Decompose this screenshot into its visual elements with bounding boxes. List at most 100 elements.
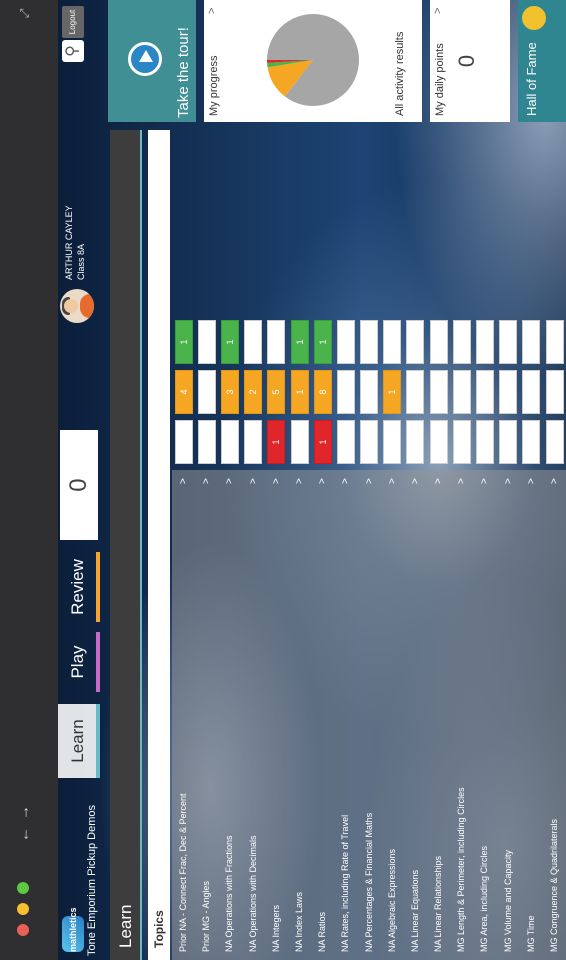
- result-cell[interactable]: [499, 370, 518, 414]
- result-cell[interactable]: [429, 370, 448, 414]
- result-cell[interactable]: [476, 370, 495, 414]
- result-cell[interactable]: [383, 420, 402, 464]
- result-cell[interactable]: 8: [313, 370, 332, 414]
- result-cell[interactable]: [545, 420, 564, 464]
- result-cell[interactable]: [522, 370, 541, 414]
- tab-learn[interactable]: Learn: [58, 704, 100, 778]
- result-cell[interactable]: [499, 420, 518, 464]
- topic-row[interactable]: NA Operations with Fractions >3 1: [218, 130, 242, 960]
- result-cell[interactable]: [499, 320, 518, 364]
- logout-button[interactable]: Logout: [62, 6, 84, 38]
- result-cell[interactable]: 1: [290, 320, 309, 364]
- result-cell[interactable]: [220, 420, 239, 464]
- chevron-right-icon[interactable]: >: [195, 478, 218, 484]
- result-cell[interactable]: [545, 320, 564, 364]
- result-cell[interactable]: [197, 420, 216, 464]
- result-cell[interactable]: [360, 370, 379, 414]
- topic-row[interactable]: NA Index Laws >1 1: [287, 130, 312, 960]
- result-cell[interactable]: [406, 370, 425, 414]
- result-cell[interactable]: 4: [174, 370, 193, 414]
- result-cell[interactable]: [406, 420, 425, 464]
- close-button[interactable]: [17, 924, 29, 936]
- chevron-right-icon[interactable]: >: [404, 478, 427, 484]
- result-cell[interactable]: 1: [267, 420, 286, 464]
- result-cell[interactable]: [476, 420, 495, 464]
- minimize-button[interactable]: [17, 903, 29, 915]
- result-cell[interactable]: 1: [313, 420, 332, 464]
- chevron-right-icon[interactable]: >: [265, 478, 288, 484]
- tab-review[interactable]: Review: [58, 552, 100, 622]
- expand-icon[interactable]: ⤢: [17, 9, 32, 19]
- result-cell[interactable]: 3: [220, 370, 239, 414]
- result-cell[interactable]: [522, 320, 541, 364]
- result-cell[interactable]: [360, 320, 379, 364]
- chevron-right-icon[interactable]: >: [381, 478, 404, 484]
- maximize-button[interactable]: [17, 882, 29, 894]
- result-cell[interactable]: 1: [313, 320, 332, 364]
- chevron-right-icon[interactable]: >: [432, 8, 444, 14]
- hall-of-fame-card[interactable]: Hall of Fame: [518, 0, 566, 122]
- topic-row[interactable]: Prior NA - Connect Frac, Dec & Percent >4…: [172, 130, 196, 960]
- topic-row[interactable]: MG Length & Perimeter, including Circles…: [450, 130, 474, 960]
- result-cell[interactable]: [267, 320, 286, 364]
- chevron-right-icon[interactable]: >: [206, 8, 218, 14]
- result-cell[interactable]: [383, 320, 402, 364]
- forward-arrow-icon[interactable]: →: [16, 805, 33, 821]
- topic-row[interactable]: MG Area, including Circles >: [473, 130, 497, 960]
- result-cell[interactable]: 5: [267, 370, 286, 414]
- result-cell[interactable]: [336, 420, 355, 464]
- result-cell[interactable]: [429, 420, 448, 464]
- chevron-right-icon[interactable]: >: [520, 478, 543, 484]
- topic-row[interactable]: NA Algebraic Expressions >1: [380, 130, 404, 960]
- play-icon[interactable]: [128, 42, 162, 76]
- result-cell[interactable]: [406, 320, 425, 364]
- topic-row[interactable]: NA Linear Equations >: [403, 130, 428, 960]
- chevron-right-icon[interactable]: >: [242, 478, 265, 484]
- chevron-right-icon[interactable]: >: [358, 478, 381, 484]
- result-cell[interactable]: [197, 370, 216, 414]
- result-cell[interactable]: 1: [290, 370, 309, 414]
- result-cell[interactable]: [197, 320, 216, 364]
- chevron-right-icon[interactable]: >: [473, 478, 496, 484]
- result-cell[interactable]: [476, 320, 495, 364]
- topic-row[interactable]: MG Time >: [519, 130, 543, 960]
- topic-row[interactable]: NA Ratios >1 8 1: [311, 130, 335, 960]
- result-cell[interactable]: [545, 370, 564, 414]
- chevron-right-icon[interactable]: >: [427, 478, 450, 484]
- topic-row[interactable]: MG Volume and Capacity >: [496, 130, 520, 960]
- chevron-right-icon[interactable]: >: [450, 478, 473, 484]
- result-cell[interactable]: [360, 420, 379, 464]
- take-tour-card[interactable]: Take the tour!: [108, 0, 196, 122]
- result-cell[interactable]: 1: [220, 320, 239, 364]
- chevron-right-icon[interactable]: >: [334, 478, 357, 484]
- result-cell[interactable]: [244, 420, 263, 464]
- chevron-right-icon[interactable]: >: [288, 478, 311, 484]
- chevron-right-icon[interactable]: >: [497, 478, 520, 484]
- chevron-right-icon[interactable]: >: [543, 478, 566, 484]
- avatar[interactable]: [60, 289, 94, 323]
- back-arrow-icon[interactable]: ←: [16, 827, 33, 843]
- result-cell[interactable]: [244, 320, 263, 364]
- topic-row[interactable]: NA Rates, including Rate of Travel >: [334, 130, 358, 960]
- tab-play[interactable]: Play: [58, 632, 100, 692]
- topic-row[interactable]: NA Integers >1 5: [264, 130, 288, 960]
- chevron-right-icon[interactable]: >: [311, 478, 334, 484]
- result-cell[interactable]: [452, 320, 471, 364]
- search-icon[interactable]: ⚲: [62, 40, 84, 62]
- chevron-right-icon[interactable]: >: [218, 478, 241, 484]
- result-cell[interactable]: 2: [244, 370, 263, 414]
- result-cell[interactable]: [522, 420, 541, 464]
- chevron-right-icon[interactable]: >: [172, 478, 195, 484]
- result-cell[interactable]: [290, 420, 309, 464]
- result-cell[interactable]: [174, 420, 193, 464]
- result-cell[interactable]: 1: [383, 370, 402, 414]
- result-cell[interactable]: [452, 370, 471, 414]
- topic-row[interactable]: NA Operations with Decimals >2: [241, 130, 265, 960]
- result-cell[interactable]: [452, 420, 471, 464]
- topic-row[interactable]: Prior MG - Angles >: [195, 130, 219, 960]
- result-cell[interactable]: [336, 370, 355, 414]
- result-cell[interactable]: [429, 320, 448, 364]
- topic-row[interactable]: NA Percentages & Financial Maths >: [357, 130, 381, 960]
- result-cell[interactable]: 1: [174, 320, 193, 364]
- topic-row[interactable]: MG Congruence & Quadrilaterals >: [543, 130, 566, 960]
